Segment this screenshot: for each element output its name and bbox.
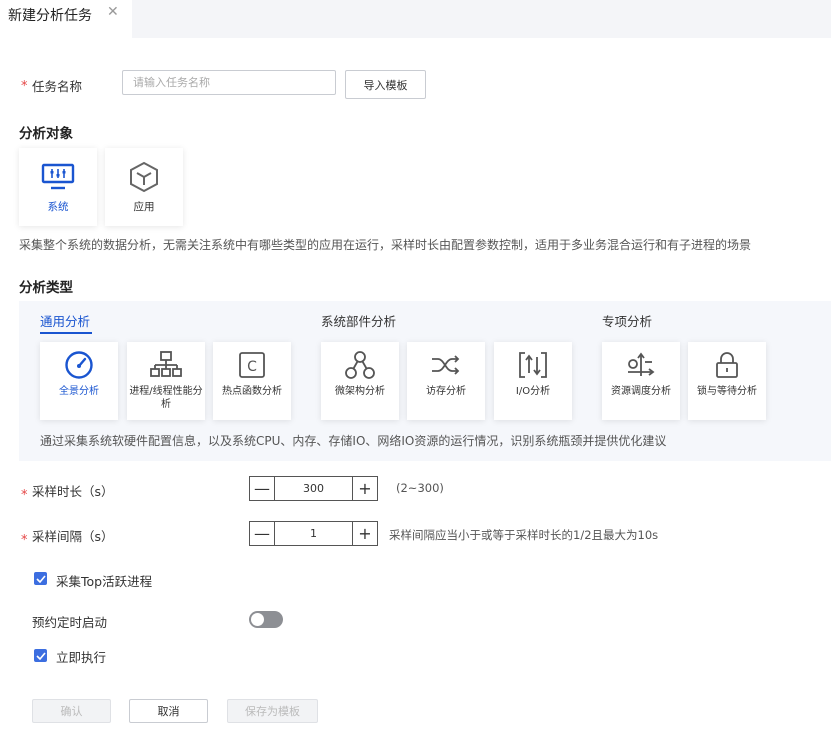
type-card-process-thread[interactable]: 进程/线程性能分析 [127,342,205,420]
cube-icon [128,160,160,194]
type-card-resource-scheduling[interactable]: 资源调度分析 [602,342,680,420]
task-name-input[interactable] [122,70,336,95]
type-card-label: 资源调度分析 [611,386,671,397]
cancel-button[interactable]: 取消 [129,699,208,723]
active-group-underline [40,332,92,334]
lock-icon [712,350,742,380]
type-card-io[interactable]: I/O分析 [494,342,572,420]
increment-button[interactable]: + [353,522,377,545]
type-card-panorama[interactable]: 全景分析 [40,342,118,420]
tab-title: 新建分析任务 [8,8,92,24]
type-card-label: 微架构分析 [335,386,385,397]
check-icon [35,574,46,583]
confirm-button[interactable]: 确认 [32,699,111,723]
run-now-label: 立即执行 [56,650,107,665]
scheduled-start-label: 预约定时启动 [32,615,108,630]
nodes-icon [345,350,375,380]
type-card-label: 锁与等待分析 [697,386,757,397]
group-component-analysis[interactable]: 系统部件分析 [321,311,396,330]
task-name-label: 任务名称 [32,79,83,94]
type-card-lock-wait[interactable]: 锁与等待分析 [688,342,766,420]
analysis-type-title: 分析类型 [19,280,73,296]
collect-top-checkbox[interactable] [34,572,47,585]
group-special-analysis[interactable]: 专项分析 [602,311,652,330]
object-card-application[interactable]: 应用 [105,148,183,226]
type-card-label: 全景分析 [59,386,99,397]
decrement-button[interactable]: — [250,522,274,545]
sampling-duration-stepper: — 300 + [249,476,378,501]
sampling-interval-label: 采样间隔（s） [32,529,114,544]
type-card-label: I/O分析 [515,386,551,397]
sampling-interval-value[interactable]: 1 [274,522,353,545]
analysis-object-title: 分析对象 [19,126,73,142]
type-card-label: 热点函数分析 [222,386,282,397]
import-template-button[interactable]: 导入模板 [345,70,426,99]
close-icon[interactable]: ✕ [107,4,119,20]
required-mark: * [21,79,28,94]
object-card-label: 系统 [47,201,69,213]
sampling-duration-value[interactable]: 300 [274,477,353,500]
sampling-interval-stepper: — 1 + [249,521,378,546]
sampling-duration-hint: (2~300) [396,481,444,495]
hierarchy-icon [150,350,182,380]
check-icon [35,651,46,660]
schedule-icon [625,350,657,380]
c-function-icon: C [237,350,267,380]
gauge-icon [64,350,94,380]
svg-text:C: C [247,359,257,375]
analysis-object-description: 采集整个系统的数据分析，无需关注系统中有哪些类型的应用在运行，采样时长由配置参数… [19,238,752,252]
sampling-duration-label: 采样时长（s） [32,484,114,499]
run-now-checkbox[interactable] [34,649,47,662]
group-general-analysis[interactable]: 通用分析 [40,311,90,330]
type-card-label: 进程/线程性能分析 [129,386,203,410]
required-mark: * [21,488,28,503]
decrement-button[interactable]: — [250,477,274,500]
increment-button[interactable]: + [353,477,377,500]
type-card-memory-access[interactable]: 访存分析 [407,342,485,420]
object-card-system[interactable]: 系统 [19,148,97,226]
type-card-hotspot-function[interactable]: C 热点函数分析 [213,342,291,420]
shuffle-icon [430,350,462,380]
analysis-type-description: 通过采集系统软硬件配置信息，以及系统CPU、内存、存储IO、网络IO资源的运行情… [40,434,667,448]
object-card-label: 应用 [133,201,155,213]
scheduled-start-toggle[interactable] [249,611,283,628]
save-as-template-button[interactable]: 保存为模板 [227,699,318,723]
monitor-icon [41,160,75,194]
type-card-label: 访存分析 [426,386,466,397]
io-icon [517,350,549,380]
toggle-knob [251,613,264,626]
collect-top-label: 采集Top活跃进程 [56,574,153,589]
type-card-microarchitecture[interactable]: 微架构分析 [321,342,399,420]
sampling-interval-hint: 采样间隔应当小于或等于采样时长的1/2且最大为10s [389,528,659,542]
required-mark: * [21,533,28,548]
